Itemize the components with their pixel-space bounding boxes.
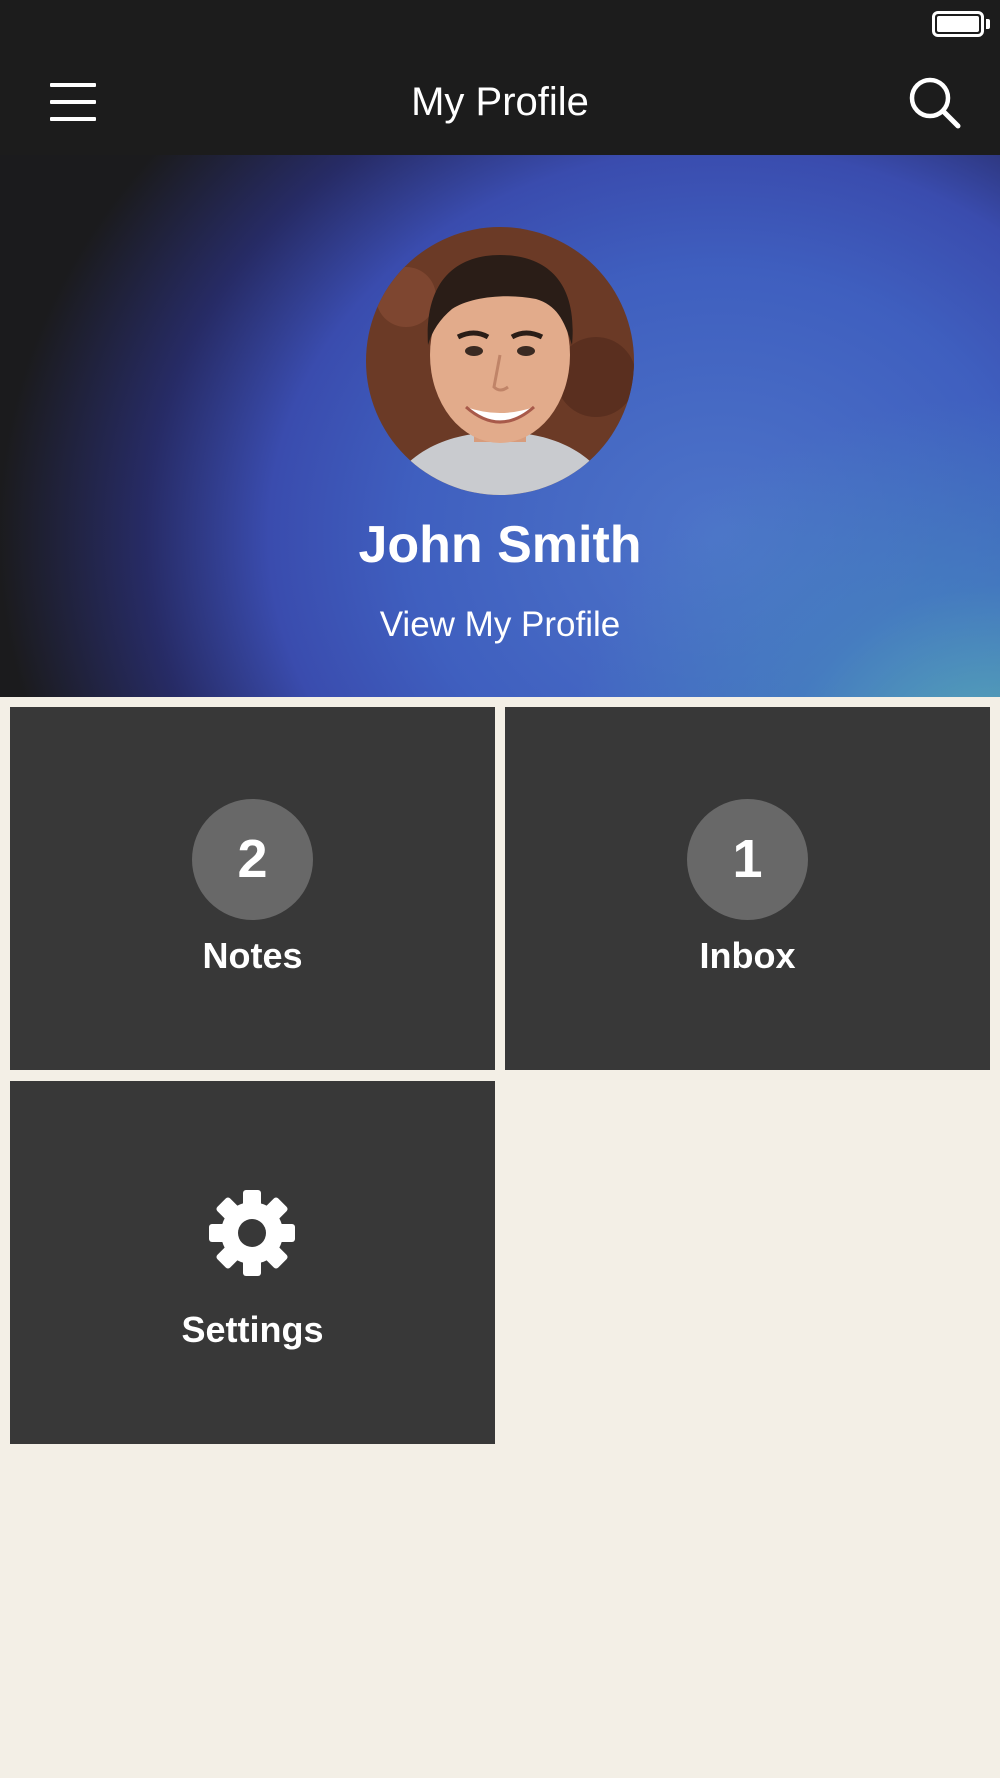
avatar-photo <box>366 227 634 495</box>
inbox-count-badge: 1 <box>687 799 808 920</box>
inbox-tile[interactable]: 1 Inbox <box>505 707 990 1070</box>
search-button[interactable] <box>904 72 966 134</box>
gear-icon <box>207 1188 297 1278</box>
avatar[interactable] <box>366 227 634 495</box>
notes-count-badge: 2 <box>192 799 313 920</box>
battery-icon <box>932 11 984 37</box>
page-title: My Profile <box>411 80 589 124</box>
settings-label: Settings <box>181 1309 324 1350</box>
hamburger-menu-icon <box>50 83 96 121</box>
status-bar <box>0 0 1000 50</box>
inbox-label: Inbox <box>699 935 796 976</box>
notes-label: Notes <box>202 935 303 976</box>
search-icon <box>909 77 961 129</box>
menu-button[interactable] <box>40 72 106 132</box>
notes-tile[interactable]: 2 Notes <box>10 707 495 1070</box>
app-header: My Profile <box>0 50 1000 155</box>
settings-tile[interactable]: Settings <box>10 1081 495 1444</box>
view-profile-link[interactable]: View My Profile <box>200 605 800 645</box>
profile-name: John Smith <box>358 516 642 574</box>
battery-level-fill <box>937 16 979 32</box>
battery-tip <box>986 19 990 29</box>
profile-hero: John Smith View My Profile <box>0 155 1000 697</box>
